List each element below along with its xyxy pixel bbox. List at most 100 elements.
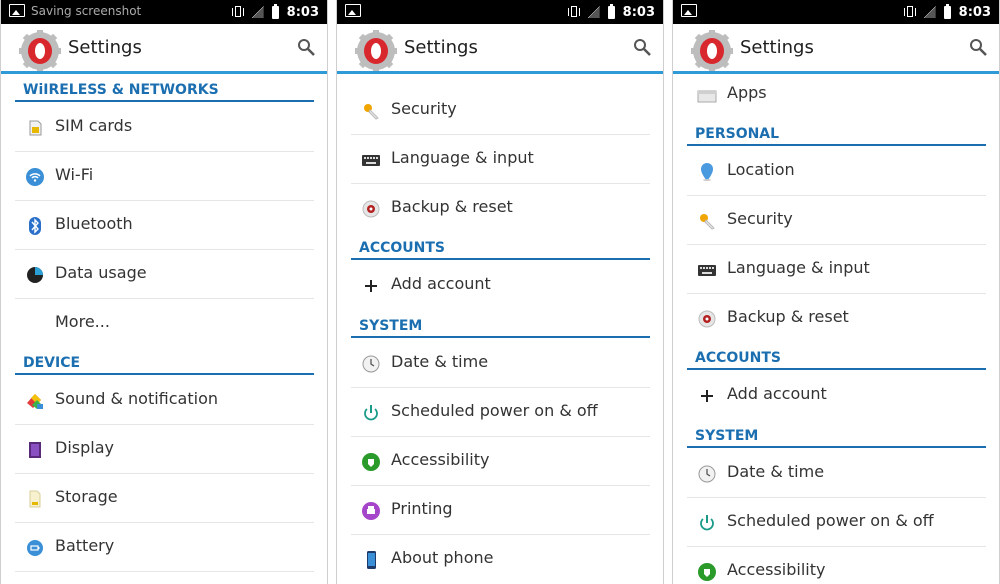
settings-logo-icon[interactable] <box>691 30 733 72</box>
section-label: DEVICE <box>23 355 81 371</box>
item-language-input[interactable]: Language & input <box>687 246 986 294</box>
status-bar: 8:03 <box>673 0 999 24</box>
item-date-time[interactable]: Date & time <box>351 340 650 388</box>
display-icon <box>29 442 41 458</box>
item-language-input[interactable]: Language & input <box>351 136 650 184</box>
item-label: Location <box>727 160 795 179</box>
item-more[interactable]: More... <box>15 300 314 348</box>
vibrate-icon <box>231 5 244 19</box>
status-bar: Saving screenshot 8:03 <box>1 0 327 24</box>
section-label: ACCOUNTS <box>695 350 782 366</box>
search-icon[interactable] <box>633 38 651 56</box>
divider <box>351 134 650 135</box>
settings-screen-1: Saving screenshot 8:03 Settings WiIRELES… <box>0 0 328 584</box>
section-label: SYSTEM <box>359 318 423 334</box>
item-label: Scheduled power on & off <box>727 511 934 530</box>
print-icon <box>362 502 380 520</box>
item-label: Accessibility <box>727 560 826 579</box>
plus-icon <box>701 390 713 402</box>
item-label: Data usage <box>55 263 147 282</box>
divider <box>15 473 314 474</box>
item-security[interactable]: Security <box>687 197 986 245</box>
vibrate-icon <box>567 5 580 19</box>
item-label: Bluetooth <box>55 214 133 233</box>
phone-icon <box>367 551 376 569</box>
divider <box>687 546 986 547</box>
battery-status-icon <box>607 3 615 19</box>
item-about-phone[interactable]: About phone <box>351 536 650 584</box>
divider <box>351 436 650 437</box>
page-title: Settings <box>68 37 142 58</box>
item-wifi[interactable]: Wi-Fi <box>15 153 314 201</box>
item-scheduled-power[interactable]: Scheduled power on & off <box>351 389 650 437</box>
divider <box>15 200 314 201</box>
item-label: Backup & reset <box>727 307 849 326</box>
item-apps[interactable]: Apps <box>687 71 986 119</box>
item-scheduled-power[interactable]: Scheduled power on & off <box>687 499 986 547</box>
divider <box>15 424 314 425</box>
item-storage[interactable]: Storage <box>15 475 314 523</box>
item-label: Date & time <box>727 462 825 481</box>
settings-logo-icon[interactable] <box>355 30 397 72</box>
item-label: Date & time <box>391 352 489 371</box>
item-label: Battery <box>55 536 115 555</box>
divider <box>351 387 650 388</box>
divider <box>687 497 986 498</box>
item-data-usage[interactable]: Data usage <box>15 251 314 299</box>
item-security[interactable]: Security <box>351 87 650 135</box>
item-display[interactable]: Display <box>15 426 314 474</box>
settings-logo-icon[interactable] <box>19 30 61 72</box>
accessibility-icon <box>362 453 380 471</box>
keyboard-icon <box>362 155 380 166</box>
battery-status-icon <box>943 3 951 19</box>
page-title: Settings <box>404 37 478 58</box>
item-battery[interactable]: Battery <box>15 524 314 572</box>
item-accessibility[interactable]: Accessibility <box>687 548 986 584</box>
search-icon[interactable] <box>969 38 987 56</box>
item-backup-reset[interactable]: Backup & reset <box>351 185 650 233</box>
no-signal-icon <box>587 6 600 18</box>
accessibility-icon <box>698 563 716 581</box>
clock-time: 8:03 <box>622 4 655 20</box>
clock-time: 8:03 <box>958 4 991 20</box>
item-location[interactable]: Location <box>687 148 986 196</box>
section-rule <box>687 368 986 370</box>
section-rule <box>15 373 314 375</box>
item-date-time[interactable]: Date & time <box>687 450 986 498</box>
item-label: More... <box>55 312 110 331</box>
divider <box>351 534 650 535</box>
vibrate-icon <box>903 5 916 19</box>
divider <box>687 195 986 196</box>
item-label: Add account <box>391 274 491 293</box>
section-label: SYSTEM <box>695 428 759 444</box>
section-rule <box>687 144 986 146</box>
item-printing[interactable]: Printing <box>351 487 650 535</box>
item-sound-notification[interactable]: Sound & notification <box>15 377 314 425</box>
item-add-account[interactable]: Add account <box>687 372 986 420</box>
sim-card-icon <box>29 120 42 136</box>
item-label: Security <box>727 209 793 228</box>
search-icon[interactable] <box>297 38 315 56</box>
item-label: Backup & reset <box>391 197 513 216</box>
divider <box>15 298 314 299</box>
settings-screen-3: 8:03 Settings Apps PERSONAL Location Sec… <box>672 0 1000 584</box>
data-usage-icon <box>27 267 43 283</box>
section-label: WiIRELESS & NETWORKS <box>23 82 219 98</box>
item-label: SIM cards <box>55 116 133 135</box>
plus-icon <box>365 280 377 292</box>
item-add-account[interactable]: Add account <box>351 262 650 310</box>
backup-icon <box>362 200 380 218</box>
section-rule <box>15 100 314 102</box>
item-backup-reset[interactable]: Backup & reset <box>687 295 986 343</box>
no-signal-icon <box>923 6 936 18</box>
backup-icon <box>698 310 716 328</box>
item-bluetooth[interactable]: Bluetooth <box>15 202 314 250</box>
item-label: Language & input <box>727 258 870 277</box>
item-accessibility[interactable]: Accessibility <box>351 438 650 486</box>
item-label: Storage <box>55 487 118 506</box>
clock-icon <box>362 355 380 373</box>
battery-icon <box>27 540 43 556</box>
item-sim-cards[interactable]: SIM cards <box>15 104 314 152</box>
battery-status-icon <box>271 3 279 19</box>
item-label: Display <box>55 438 114 457</box>
